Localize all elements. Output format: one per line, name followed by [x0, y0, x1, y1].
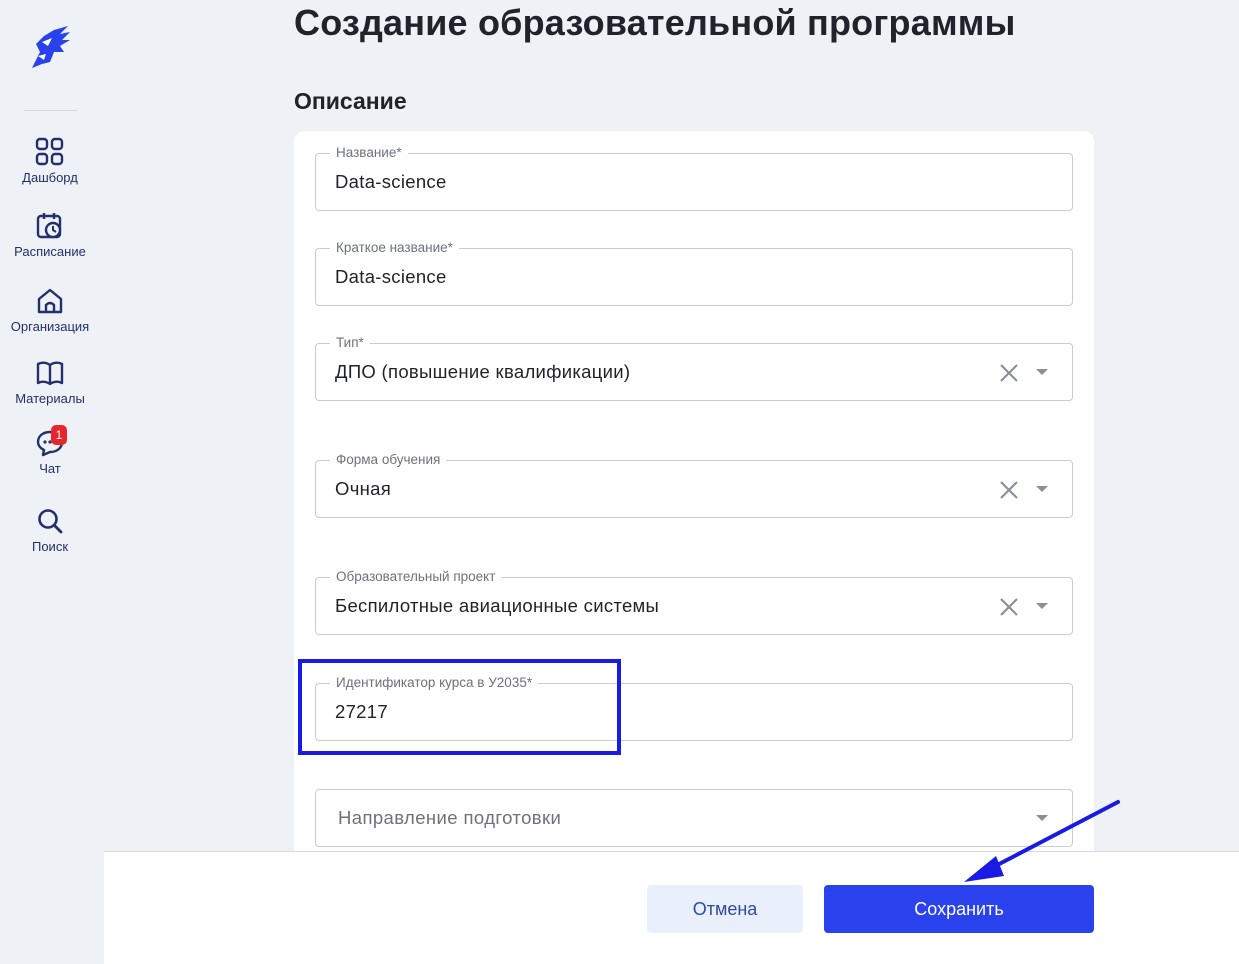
sidebar-item-label: Расписание — [14, 244, 86, 259]
arrow-annotation-icon — [964, 800, 1120, 882]
sidebar-item-organization[interactable]: Организация — [0, 286, 100, 334]
save-button[interactable]: Сохранить — [824, 885, 1094, 933]
chevron-down-icon[interactable] — [1036, 486, 1048, 492]
edu-project-label: Образовательный проект — [330, 569, 502, 585]
chat-badge: 1 — [51, 425, 67, 445]
highlight-annotation — [298, 659, 621, 755]
study-form-label: Форма обучения — [330, 452, 447, 468]
type-select[interactable]: Тип* ДПО (повышение квалификации) — [315, 335, 1073, 401]
name-label: Название* — [330, 145, 408, 161]
book-icon — [36, 361, 64, 386]
sidebar-item-label: Дашборд — [22, 170, 78, 185]
clear-icon[interactable] — [998, 479, 1020, 501]
chevron-down-icon[interactable] — [1036, 369, 1048, 375]
sidebar-item-label: Материалы — [15, 391, 85, 406]
logo-icon[interactable] — [24, 22, 76, 74]
sidebar-item-label: Организация — [10, 319, 90, 334]
edu-project-value[interactable]: Беспилотные авиационные системы — [335, 595, 659, 617]
search-icon — [38, 509, 63, 534]
name-value[interactable]: Data-science — [335, 171, 447, 193]
short-name-label: Краткое название* — [330, 240, 459, 256]
calendar-clock-icon — [36, 213, 62, 239]
sidebar-item-dashboard[interactable]: Дашборд — [0, 137, 100, 185]
study-form-value[interactable]: Очная — [335, 478, 391, 500]
clear-icon[interactable] — [998, 596, 1020, 618]
sidebar-item-schedule[interactable]: Расписание — [0, 211, 100, 259]
direction-placeholder: Направление подготовки — [338, 807, 562, 828]
sidebar-item-materials[interactable]: Материалы — [0, 358, 100, 406]
page-title: Создание образовательной программы — [294, 2, 1016, 43]
sidebar-item-label: Чат — [39, 461, 61, 476]
cancel-button[interactable]: Отмена — [647, 885, 803, 933]
sidebar: Дашборд Расписание Организация Материалы — [0, 0, 104, 964]
section-title: Описание — [294, 88, 407, 114]
sidebar-item-search[interactable]: Поиск — [0, 506, 100, 554]
study-form-select[interactable]: Форма обучения Очная — [315, 452, 1073, 518]
short-name-field[interactable]: Краткое название* Data-science — [315, 240, 1073, 306]
clear-icon[interactable] — [998, 362, 1020, 384]
grid-icon — [35, 137, 64, 166]
type-value[interactable]: ДПО (повышение квалификации) — [335, 361, 630, 383]
sidebar-divider — [24, 110, 77, 111]
type-label: Тип* — [330, 335, 370, 351]
chevron-down-icon[interactable] — [1036, 603, 1048, 609]
short-name-value[interactable]: Data-science — [335, 266, 447, 288]
name-field[interactable]: Название* Data-science — [315, 145, 1073, 211]
edu-project-select[interactable]: Образовательный проект Беспилотные авиац… — [315, 569, 1073, 635]
sidebar-item-chat[interactable]: 1 Чат — [0, 425, 100, 476]
home-icon — [37, 288, 63, 314]
sidebar-item-label: Поиск — [31, 539, 69, 554]
